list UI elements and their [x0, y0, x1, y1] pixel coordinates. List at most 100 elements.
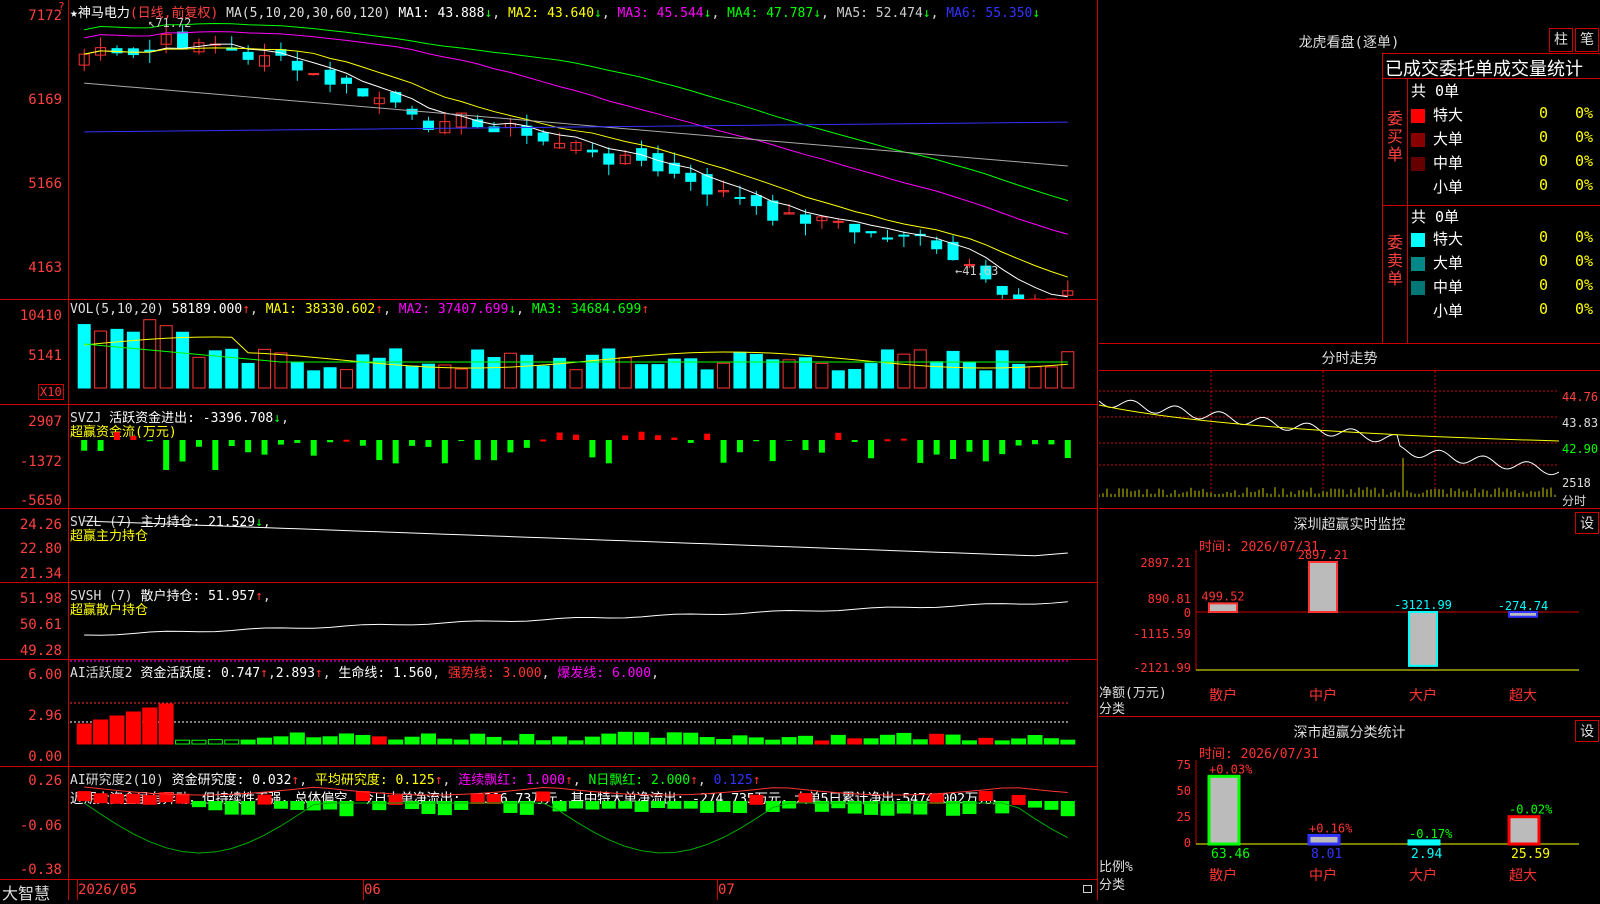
fund-bar [458, 440, 465, 442]
fenshi-chart[interactable] [1099, 371, 1559, 507]
volume-bar [717, 362, 731, 389]
ai2-chart[interactable] [70, 767, 1098, 879]
activity-bar [158, 703, 174, 745]
candle-body [849, 223, 861, 233]
fund-bar [736, 440, 743, 453]
activity-bar [814, 740, 830, 745]
research-bar [732, 801, 747, 814]
stats-settings-button[interactable]: 设 [1575, 720, 1599, 742]
buy-row-swatch [1411, 157, 1425, 171]
fund-bar [1064, 440, 1071, 458]
monitor-value-label: -274.74 [1498, 599, 1549, 613]
activity-bar [830, 734, 846, 745]
ai1-axis-1: 6.00 [28, 667, 62, 683]
price-axis-3: 5166 [28, 176, 62, 192]
monitor-category: 中户 [1309, 687, 1337, 704]
research-bar [716, 801, 731, 813]
lock-icon[interactable] [1083, 885, 1092, 893]
activity-bar [207, 739, 223, 745]
research-bar [126, 793, 141, 804]
research-bar [552, 801, 567, 812]
longhu-bar-button[interactable]: 柱 [1549, 28, 1573, 52]
fund-bar [704, 433, 711, 440]
stats-chart[interactable]: 75 50 25 0 +0.03% 63.46 散户 +0.16% 8.01 中户 -0.17% 2.… [1099, 756, 1600, 900]
activity-bar [404, 736, 420, 745]
sell-row-value: 0 [1539, 252, 1549, 270]
fund-bar [720, 440, 727, 463]
fund-bar [343, 439, 350, 442]
candle-body [291, 60, 303, 71]
volume-chart[interactable] [70, 300, 1098, 404]
monitor-settings-button[interactable]: 设 [1575, 512, 1599, 534]
stats-category: 大户 [1409, 867, 1437, 884]
volume-bar [1044, 366, 1058, 389]
sell-row-swatch [1411, 257, 1425, 271]
fenshi-price-line [1099, 399, 1559, 476]
volume-bar [979, 370, 993, 389]
monitor-chart[interactable]: 2897.21 890.810 -1115.59 -2121.99 499.52 散户 28… [1099, 540, 1600, 716]
activity-bar [584, 736, 600, 745]
candle-body [652, 153, 664, 172]
activity-bar [912, 739, 928, 745]
fund-bar [81, 440, 88, 451]
fund-bar [818, 440, 825, 453]
research-bar [487, 793, 502, 804]
monitor-category: 超大 [1509, 688, 1537, 704]
sell-row-value: 0 [1539, 300, 1549, 318]
research-bar [634, 801, 649, 812]
activity-bar [388, 739, 404, 745]
svsh-axis-3: 49.28 [19, 643, 62, 659]
longhu-tick-button[interactable]: 笔 [1575, 28, 1599, 52]
sell-row-swatch [1411, 233, 1425, 247]
monitor-ylabel2: 分类 [1099, 702, 1126, 717]
activity-bar [93, 719, 109, 745]
volume-bar [159, 325, 173, 389]
candle-body [685, 172, 697, 182]
candlestick-chart[interactable] [70, 0, 1098, 299]
fund-bar [933, 440, 940, 455]
volume-bar [258, 348, 272, 389]
research-bar [273, 801, 288, 809]
monitor-axis-label: 0 [1184, 606, 1191, 620]
activity-bar [273, 736, 289, 745]
main-chart-area[interactable]: ★神马电力(日线,前复权) MA(5,10,20,30,60,120) MA1:… [0, 0, 1098, 903]
stats-ylabel2: 分类 [1099, 878, 1126, 893]
svsh-axis-1: 51.98 [19, 591, 62, 607]
volume-bar [356, 354, 370, 389]
candle-body [996, 286, 1008, 295]
activity-bar [847, 738, 863, 745]
svsh-chart[interactable] [70, 583, 1098, 659]
research-red-line [84, 786, 1068, 796]
fund-bar [917, 440, 924, 463]
ai1-chart[interactable] [70, 660, 1098, 766]
svzl-chart[interactable] [70, 509, 1098, 582]
volume-bar [77, 324, 91, 389]
fund-bar [671, 437, 678, 440]
activity-bar [175, 739, 191, 745]
research-bar [929, 793, 944, 804]
volume-bar [471, 349, 485, 389]
svzj-axis-3: -5650 [19, 493, 62, 509]
app-logo[interactable]: 大智慧 [2, 880, 50, 904]
fund-bar [982, 440, 989, 462]
fund-bar [802, 440, 809, 451]
vol-axis-1: 10410 [19, 308, 62, 324]
fund-bar [392, 440, 399, 464]
vol-axis-2: 5141 [28, 348, 62, 364]
research-bar [372, 801, 387, 811]
buy-side-label: 委买单 [1386, 109, 1403, 164]
volume-bar [438, 364, 452, 389]
svzj-chart[interactable] [70, 405, 1098, 508]
volume-bar [520, 354, 534, 389]
buy-row-percent: 0% [1575, 104, 1594, 122]
buy-row-name: 特大 [1433, 106, 1464, 124]
activity-bar [355, 734, 371, 745]
activity-bar [634, 732, 650, 745]
activity-bar [535, 740, 551, 745]
sell-side-label: 委卖单 [1386, 233, 1403, 288]
research-bar [454, 801, 469, 810]
monitor-value-label: 499.52 [1201, 589, 1244, 603]
candle-body [537, 132, 549, 142]
stats-ratio-label: 8.01 [1311, 847, 1342, 862]
fund-bar [851, 440, 858, 442]
